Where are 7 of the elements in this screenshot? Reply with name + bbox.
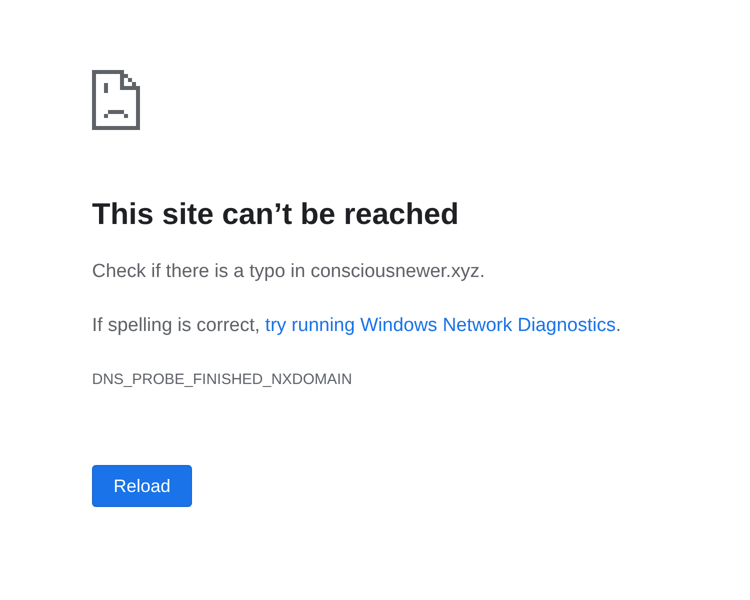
reload-button[interactable]: Reload: [92, 465, 192, 507]
typo-hint-text: Check if there is a typo in consciousnewer.xyz.: [92, 260, 485, 284]
error-heading: This site can’t be reached: [92, 197, 459, 233]
sad-page-icon: [92, 70, 140, 130]
diagnostics-link[interactable]: try running Windows Network Diagnostics: [265, 315, 616, 336]
error-code-text: DNS_PROBE_FINISHED_NXDOMAIN: [92, 370, 352, 390]
diagnostics-hint-text: If spelling is correct, try running Windows Network Diagnostics.: [92, 314, 622, 338]
